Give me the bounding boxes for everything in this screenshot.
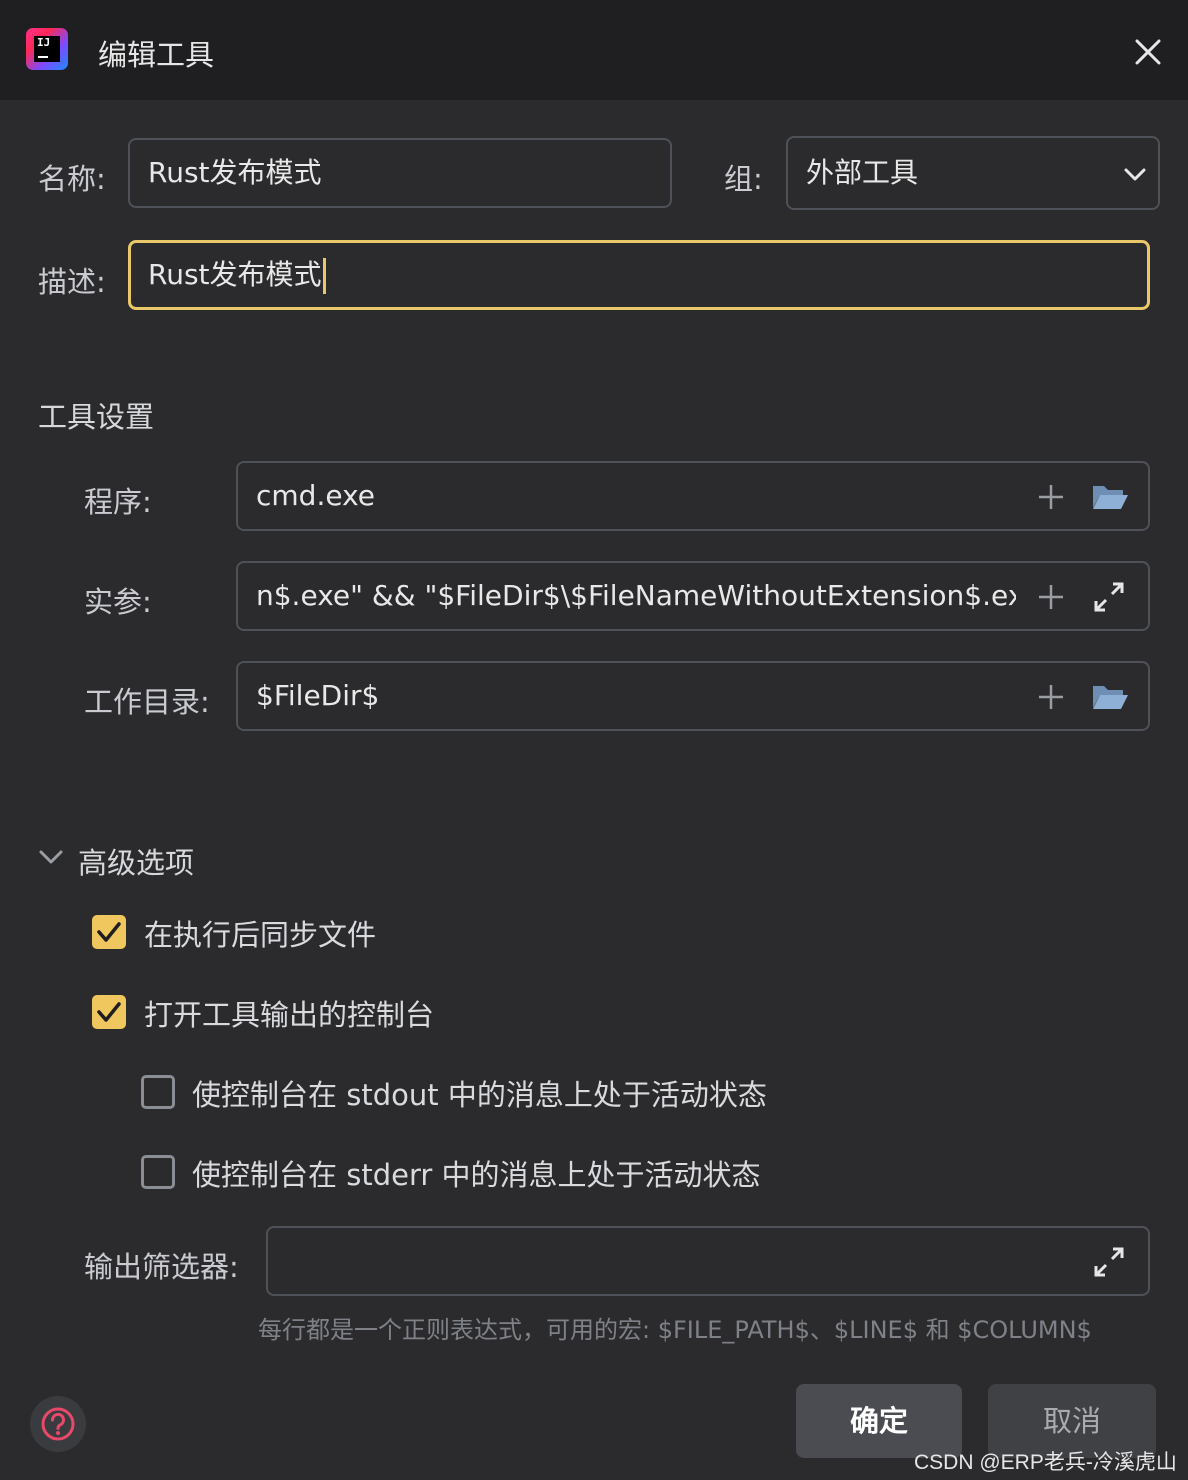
activate-stdout-label: 使控制台在 stdout 中的消息上处于活动状态 xyxy=(192,1078,767,1112)
arguments-input-value: n$.exe" && "$FileDir$\$FileNameWithoutEx… xyxy=(256,579,1016,612)
plus-icon[interactable] xyxy=(1034,580,1068,614)
advanced-options-toggle[interactable]: 高级选项 xyxy=(36,836,216,880)
chevron-down-icon xyxy=(39,850,63,864)
group-label: 组: xyxy=(724,162,763,196)
csdn-watermark: CSDN @ERP老兵-冷溪虎山 xyxy=(914,1451,1177,1474)
working-directory-value: $FileDir$ xyxy=(256,679,380,712)
working-directory-label: 工作目录: xyxy=(84,685,210,719)
arguments-label: 实参: xyxy=(84,585,152,619)
close-icon xyxy=(1135,39,1161,65)
chevron-down-icon xyxy=(1124,168,1146,181)
close-button[interactable] xyxy=(1128,32,1168,72)
program-input[interactable]: cmd.exe xyxy=(236,461,1150,531)
group-select-value: 外部工具 xyxy=(806,156,919,189)
help-button[interactable] xyxy=(30,1396,86,1452)
activate-stdout-checkbox[interactable] xyxy=(141,1075,175,1109)
check-icon xyxy=(97,1002,121,1022)
advanced-options-title: 高级选项 xyxy=(78,846,195,880)
text-caret xyxy=(322,258,326,294)
app-icon-text: IJ xyxy=(37,36,51,49)
description-input[interactable]: Rust发布模式 xyxy=(128,240,1150,310)
plus-icon[interactable] xyxy=(1034,480,1068,514)
program-input-value: cmd.exe xyxy=(256,479,376,512)
output-filter-label: 输出筛选器: xyxy=(84,1250,239,1284)
output-filter-input[interactable] xyxy=(266,1226,1150,1296)
program-label: 程序: xyxy=(84,485,152,519)
sync-files-checkbox[interactable] xyxy=(92,915,126,949)
open-console-checkbox[interactable] xyxy=(92,995,126,1029)
plus-icon[interactable] xyxy=(1034,680,1068,714)
name-input[interactable]: Rust发布模式 xyxy=(128,138,672,208)
folder-open-icon[interactable] xyxy=(1090,480,1130,514)
activate-stderr-checkbox[interactable] xyxy=(141,1155,175,1189)
sync-files-label: 在执行后同步文件 xyxy=(144,918,377,952)
output-filter-hint: 每行都是一个正则表达式，可用的宏: $FILE_PATH$、$LINE$ 和 $… xyxy=(258,1316,1092,1344)
arguments-input[interactable]: n$.exe" && "$FileDir$\$FileNameWithoutEx… xyxy=(236,561,1150,631)
title-bar: IJ 编辑工具 xyxy=(0,0,1188,100)
dialog-title: 编辑工具 xyxy=(98,38,215,72)
name-input-value: Rust发布模式 xyxy=(148,156,322,189)
tool-settings-title: 工具设置 xyxy=(38,400,155,434)
name-label: 名称: xyxy=(38,162,106,196)
expand-icon[interactable] xyxy=(1092,580,1126,614)
description-input-value: Rust发布模式 xyxy=(148,243,326,307)
description-label: 描述: xyxy=(38,265,106,299)
intellij-logo-icon: IJ xyxy=(26,28,68,70)
check-icon xyxy=(97,922,121,942)
activate-stderr-label: 使控制台在 stderr 中的消息上处于活动状态 xyxy=(192,1158,761,1192)
folder-open-icon[interactable] xyxy=(1090,680,1130,714)
expand-icon[interactable] xyxy=(1092,1245,1126,1279)
working-directory-input[interactable]: $FileDir$ xyxy=(236,661,1150,731)
open-console-label: 打开工具输出的控制台 xyxy=(144,998,435,1032)
help-icon xyxy=(41,1407,75,1441)
group-select[interactable]: 外部工具 xyxy=(786,136,1160,210)
